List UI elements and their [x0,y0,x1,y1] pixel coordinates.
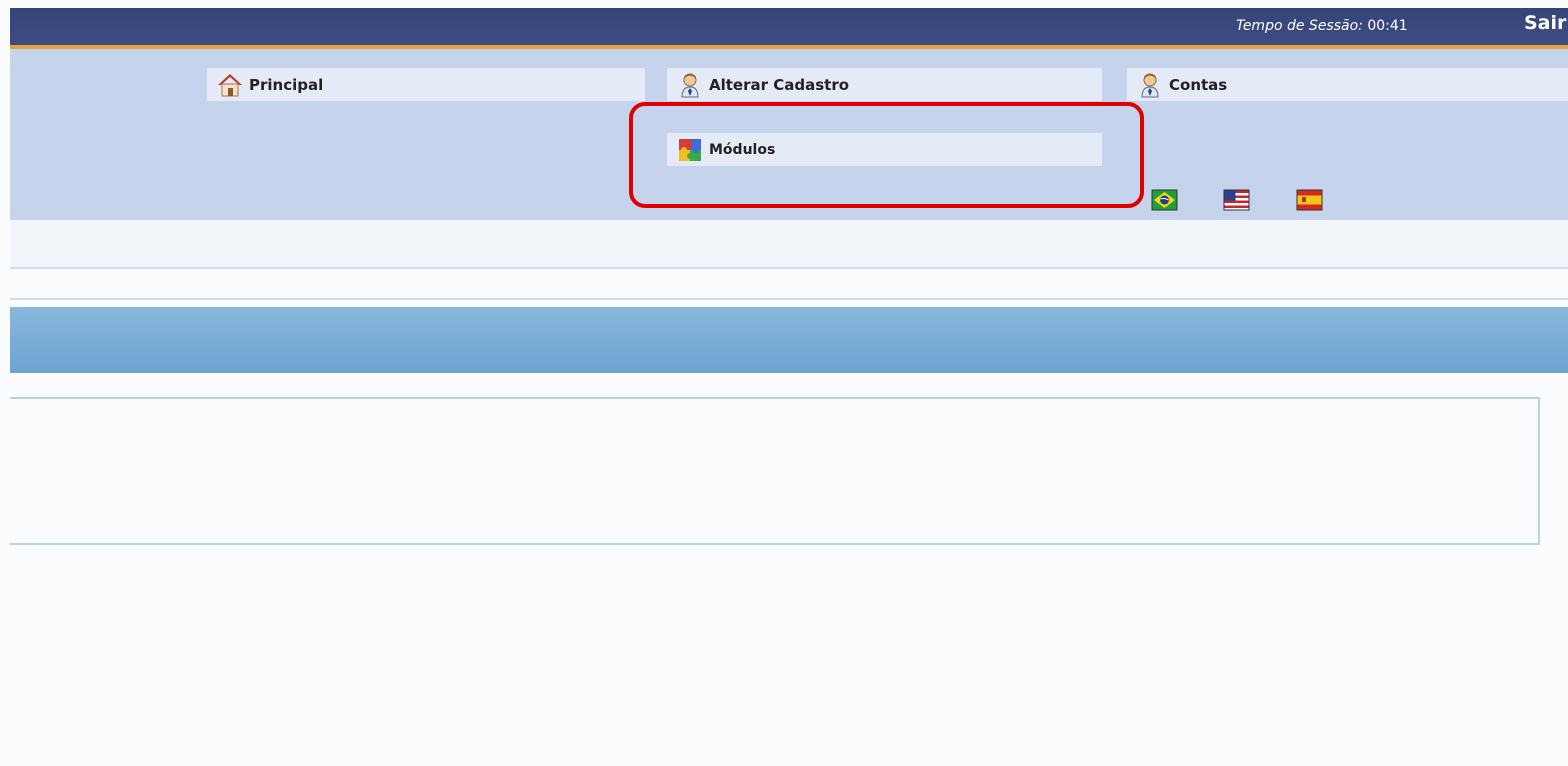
menu-item-principal[interactable]: Principal [207,68,645,101]
user-icon [1141,73,1159,97]
main-menu: Principal Alterar Cadastro Contas Módulo… [10,49,1568,220]
menu-item-modulos[interactable]: Módulos [667,133,1102,166]
divider [10,298,1568,300]
top-bar: Tempo de Sessão: 00:41 Sair [10,8,1568,49]
brazil-flag-icon[interactable] [1151,186,1178,214]
menu-item-contas[interactable]: Contas [1127,68,1568,101]
home-icon [218,73,242,96]
user-icon [681,73,699,97]
menu-label-principal: Principal [249,75,324,94]
session-separator: : [1358,18,1363,34]
logout-link[interactable]: Sair [1524,12,1566,34]
menu-label-alterar-cadastro: Alterar Cadastro [709,75,850,94]
session-label: Tempo de Sessão [1236,18,1359,34]
menu-label-contas: Contas [1169,75,1228,94]
menu-label-modulos: Módulos [709,141,776,158]
menu-item-alterar-cadastro[interactable]: Alterar Cadastro [667,68,1102,101]
puzzle-icon [679,138,701,161]
content-banner [10,307,1568,373]
sub-bar [10,220,1568,269]
session-time: 00:41 [1367,18,1408,34]
usa-flag-icon[interactable] [1223,186,1250,214]
session-timer: Tempo de Sessão: 00:41 [1236,18,1408,34]
content-panel [10,397,1540,545]
spain-flag-icon[interactable] [1296,186,1323,214]
